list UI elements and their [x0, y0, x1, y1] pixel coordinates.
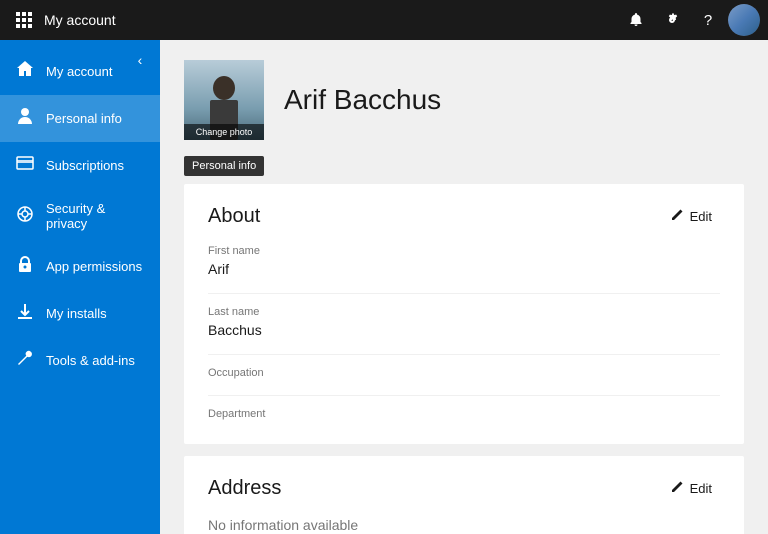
- divider: [208, 354, 720, 355]
- sidebar: ‹ My account Personal info: [0, 40, 160, 534]
- divider: [208, 293, 720, 294]
- grid-icon[interactable]: [8, 0, 40, 40]
- bell-icon[interactable]: [620, 4, 652, 36]
- sidebar-item-tools-addins[interactable]: Tools & add-ins: [0, 337, 160, 384]
- about-title: About: [208, 205, 260, 228]
- sidebar-item-subscriptions-label: Subscriptions: [46, 158, 124, 173]
- subscriptions-icon: [16, 154, 34, 177]
- occupation-label: Occupation: [208, 367, 720, 379]
- about-edit-label: Edit: [690, 209, 712, 224]
- sidebar-collapse-button[interactable]: ‹: [128, 48, 152, 72]
- pencil-icon-address: [670, 480, 684, 497]
- sidebar-item-security-privacy[interactable]: Security & privacy: [0, 189, 160, 243]
- field-lastname: Last name Bacchus: [208, 306, 720, 338]
- lock-icon: [16, 255, 34, 278]
- divider: [208, 395, 720, 396]
- field-firstname: First name Arif: [208, 245, 720, 277]
- sidebar-item-subscriptions[interactable]: Subscriptions: [0, 142, 160, 189]
- main-layout: ‹ My account Personal info: [0, 40, 768, 534]
- field-occupation: Occupation: [208, 367, 720, 379]
- content-area: Change photo Arif Bacchus Personal info …: [160, 40, 768, 534]
- download-icon: [16, 302, 34, 325]
- user-avatar[interactable]: [728, 4, 760, 36]
- sidebar-item-tools-addins-label: Tools & add-ins: [46, 353, 135, 368]
- profile-header: Change photo Arif Bacchus: [184, 60, 744, 140]
- breadcrumb-tooltip: Personal info: [184, 156, 744, 180]
- sidebar-item-app-permissions-label: App permissions: [46, 259, 142, 274]
- topbar-icons: ?: [620, 4, 760, 36]
- address-title: Address: [208, 477, 281, 500]
- profile-name: Arif Bacchus: [284, 84, 441, 116]
- sidebar-item-app-permissions[interactable]: App permissions: [0, 243, 160, 290]
- lastname-value: Bacchus: [208, 322, 720, 338]
- about-card: About Edit First name Arif Last name Bac…: [184, 184, 744, 444]
- about-card-header: About Edit: [208, 204, 720, 229]
- field-department: Department: [208, 408, 720, 420]
- sidebar-item-my-installs-label: My installs: [46, 306, 107, 321]
- tooltip-badge: Personal info: [184, 156, 264, 176]
- avatar-container: Change photo: [184, 60, 264, 140]
- home-icon: [16, 60, 34, 83]
- sidebar-item-security-privacy-label: Security & privacy: [46, 201, 144, 231]
- address-edit-button[interactable]: Edit: [662, 476, 720, 501]
- pencil-icon: [670, 208, 684, 225]
- security-icon: [16, 205, 34, 228]
- lastname-label: Last name: [208, 306, 720, 318]
- gear-icon[interactable]: [656, 4, 688, 36]
- address-no-info: No information available: [208, 517, 720, 533]
- address-edit-label: Edit: [690, 481, 712, 496]
- department-label: Department: [208, 408, 720, 420]
- address-card: Address Edit No information available: [184, 456, 744, 534]
- tools-icon: [16, 349, 34, 372]
- topbar: My account ?: [0, 0, 768, 40]
- sidebar-item-my-account-label: My account: [46, 64, 112, 79]
- address-card-header: Address Edit: [208, 476, 720, 501]
- help-icon[interactable]: ?: [692, 4, 724, 36]
- change-photo-button[interactable]: Change photo: [184, 124, 264, 140]
- sidebar-item-personal-info[interactable]: Personal info: [0, 95, 160, 142]
- person-icon: [16, 107, 34, 130]
- avatar-image: [728, 4, 760, 36]
- sidebar-item-personal-info-label: Personal info: [46, 111, 122, 126]
- about-edit-button[interactable]: Edit: [662, 204, 720, 229]
- firstname-value: Arif: [208, 261, 720, 277]
- sidebar-item-my-installs[interactable]: My installs: [0, 290, 160, 337]
- app-title: My account: [44, 12, 620, 28]
- firstname-label: First name: [208, 245, 720, 257]
